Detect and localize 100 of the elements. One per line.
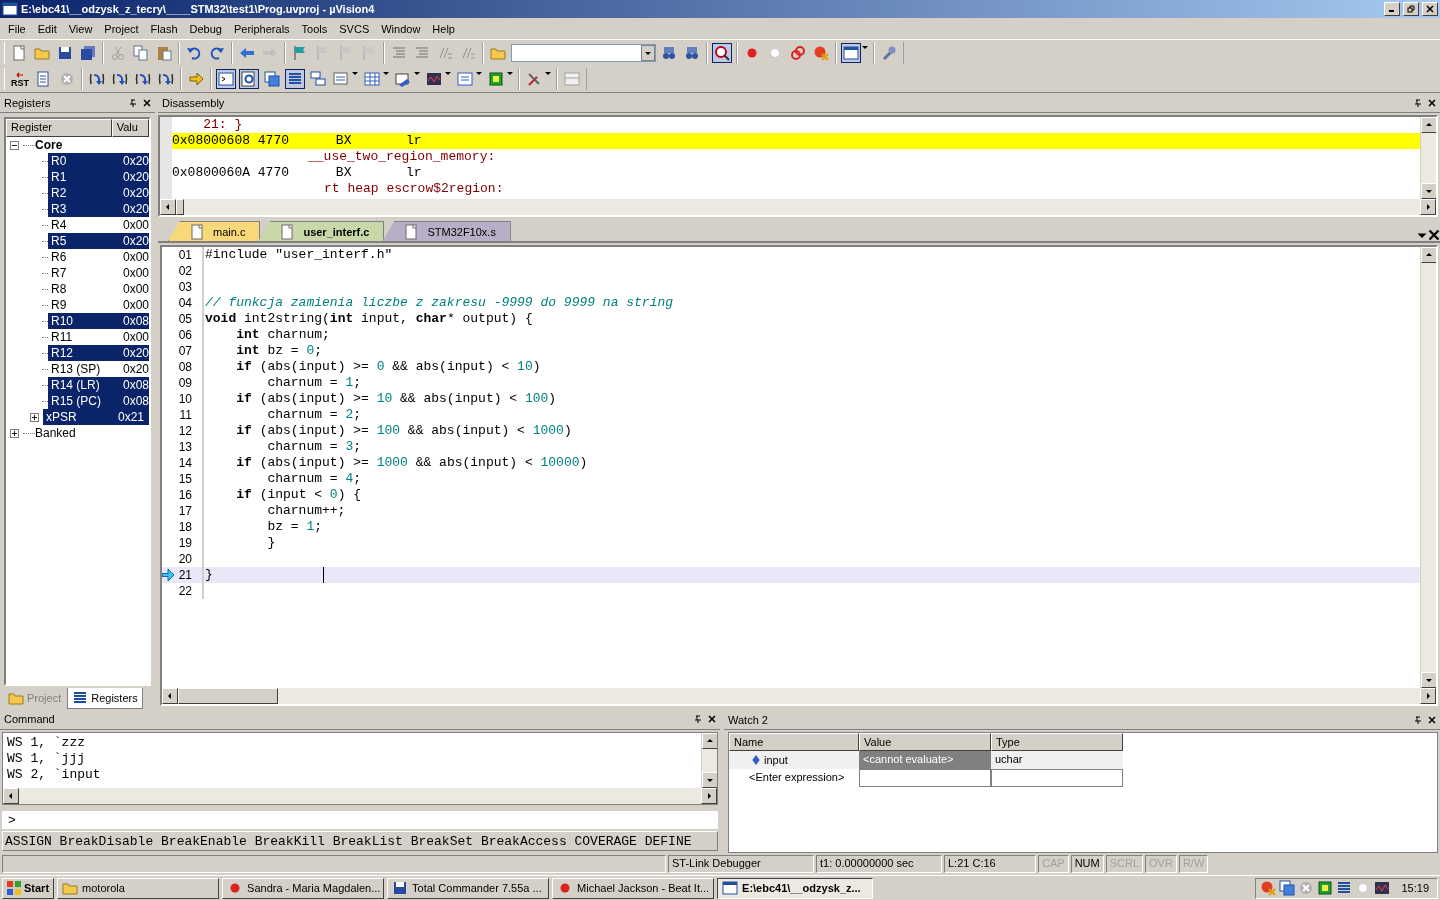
table-cell[interactable] [859,769,991,787]
table-cell[interactable] [991,769,1123,787]
taskbar-button[interactable]: E:\ebc41\__odzysk_z... [717,877,874,899]
register-row[interactable]: R15 (PC) 0x08 [47,393,149,409]
close-button[interactable] [1422,2,1438,16]
register-row[interactable]: R10 0x08 [47,313,149,329]
flag-icon[interactable] [292,45,308,61]
window-icon[interactable] [843,45,859,61]
column-header[interactable]: Register [6,119,112,137]
register-row[interactable]: R11 0x00 [47,329,149,345]
back-arrow-icon[interactable] [239,45,255,61]
tree-item[interactable]: Core [35,138,63,152]
register-row[interactable]: R0 0x20 [47,153,149,169]
menu-item[interactable]: Tools [295,22,334,35]
scrollbar[interactable] [162,688,1436,704]
register-row[interactable]: R7 0x00 [47,265,149,281]
restore-button[interactable] [1403,2,1419,16]
scrollbar[interactable] [1420,247,1436,688]
undo-icon[interactable] [186,45,202,61]
step-icon[interactable] [89,71,105,87]
menu-item[interactable]: View [62,22,99,35]
step-over-icon[interactable] [112,71,128,87]
taskbar-button[interactable]: motorola [57,877,220,899]
expand-icon[interactable] [30,412,39,422]
rings-icon[interactable] [790,45,806,61]
symbols-icon[interactable] [264,71,280,87]
network-icon[interactable] [1279,880,1296,896]
reset-button[interactable]: RST [9,69,31,89]
menu-item[interactable]: Debug [183,22,228,35]
call-stack-icon[interactable] [310,71,326,87]
run-to-cursor-icon[interactable] [158,71,174,87]
file-tab[interactable]: STM32F10x.s [382,221,511,241]
register-row[interactable]: R3 0x20 [47,201,149,217]
register-row[interactable]: R6 0x00 [47,249,149,265]
clear-breakpoints-icon[interactable] [813,45,829,61]
taskbar-button[interactable]: Michael Jackson - Beat It... [552,877,715,899]
expression-entry[interactable]: <Enter expression> [729,769,859,787]
panel-tab[interactable]: Registers [67,688,143,709]
copy-icon[interactable] [133,45,149,61]
arrow-icon[interactable] [188,71,204,87]
register-row[interactable]: R13 (SP) 0x20 [47,361,149,377]
collapse-icon[interactable] [10,140,19,150]
menu-item[interactable]: Flash [144,22,184,35]
menu-item[interactable]: Window [375,22,427,35]
taskbar-button[interactable]: Total Commander 7.55a ... [387,877,550,899]
registers-icon[interactable] [287,71,303,87]
new-file-icon[interactable] [11,45,27,61]
chip-icon[interactable] [488,71,504,87]
menu-item[interactable]: Project [98,22,145,35]
search-combo-box[interactable] [511,44,656,62]
column-header[interactable]: Valu [111,119,149,137]
scrollbar-thumb[interactable] [176,199,184,215]
close-icon[interactable] [1428,98,1436,107]
file-tab[interactable]: main.c [168,221,261,241]
menu-item[interactable]: Peripherals [227,22,296,35]
command-window-icon[interactable] [218,71,234,87]
scrollbar[interactable] [3,788,717,805]
register-row[interactable]: R14 (LR) 0x08 [47,377,149,393]
tree-item[interactable]: Banked [35,426,76,440]
save-icon[interactable] [57,45,73,61]
register-row[interactable]: R8 0x00 [47,281,149,297]
menu-item[interactable]: Edit [31,22,63,35]
register-row[interactable]: R5 0x20 [47,233,149,249]
register-row[interactable]: R2 0x20 [47,185,149,201]
minimize-button[interactable] [1384,2,1400,16]
toolbox-icon[interactable] [526,71,542,87]
scrollbar[interactable] [701,732,717,789]
trace-icon[interactable] [457,71,473,87]
register-row[interactable]: R9 0x00 [47,297,149,313]
paste-icon[interactable] [156,45,172,61]
debug-icon[interactable] [714,45,730,61]
register-row[interactable]: xPSR 0x21 [43,409,149,425]
command-input[interactable]: > [2,811,718,829]
taskbar-button[interactable]: Sandra - Maria Magdalen... [222,877,385,899]
scrollbar[interactable] [160,199,1436,215]
settings-icon[interactable] [881,45,897,61]
start-button[interactable]: Start [2,877,55,899]
find-icon[interactable] [661,45,677,61]
watch-value[interactable]: <cannot evaluate> [859,751,991,769]
analyzer-icon[interactable] [426,71,442,87]
menu-item[interactable]: Help [426,22,461,35]
redo-icon[interactable] [209,45,225,61]
register-row[interactable]: R12 0x20 [47,345,149,361]
menu-item[interactable]: SVCS [333,22,376,35]
stop-icon[interactable] [59,71,75,87]
column-header[interactable]: Name [729,733,859,751]
file-tab[interactable]: user_interf.c [258,221,385,241]
binoculars-icon[interactable] [684,45,700,61]
expand-icon[interactable] [10,428,19,438]
menu-item[interactable]: File [2,22,32,35]
column-header[interactable]: Type [991,733,1123,751]
scrollbar-thumb[interactable] [178,688,278,704]
step-out-icon[interactable] [135,71,151,87]
column-header[interactable]: Value [859,733,991,751]
close-icon[interactable] [708,715,716,724]
watch-icon[interactable] [333,71,349,87]
display-icon[interactable] [1374,880,1391,896]
memory-icon[interactable] [364,71,380,87]
run-icon[interactable] [36,71,52,87]
register-row[interactable]: R4 0x00 [47,217,149,233]
